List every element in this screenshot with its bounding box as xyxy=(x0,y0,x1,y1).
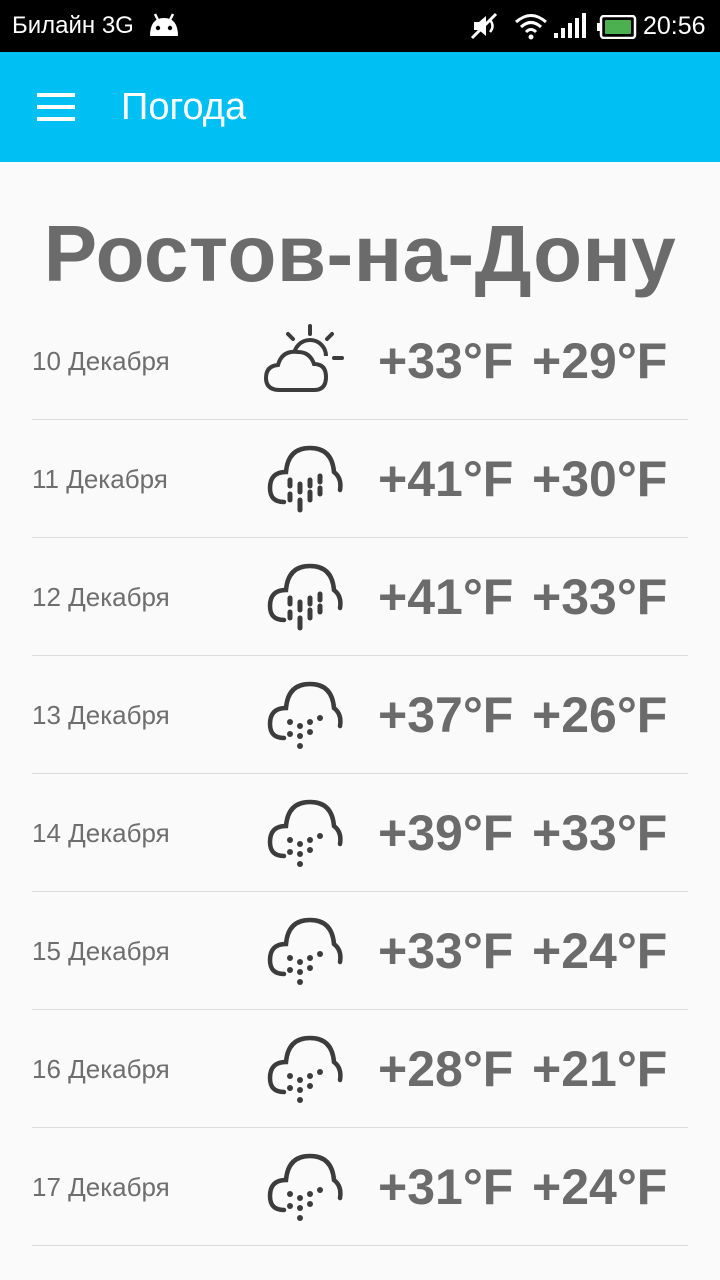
temp-high: +31°F xyxy=(378,1159,514,1215)
forecast-date: 13 Декабря xyxy=(32,700,170,730)
wifi-icon xyxy=(514,12,548,45)
snow-icon xyxy=(264,794,344,874)
battery-icon xyxy=(597,14,637,44)
app-title: Погода xyxy=(121,86,247,128)
partly-cloudy-icon xyxy=(263,322,344,402)
temp-low: +30°F xyxy=(532,451,668,507)
temp-high: +33°F xyxy=(378,333,514,389)
city-title: Ростов-на-Дону xyxy=(43,209,677,298)
forecast-row[interactable]: 14 Декабря +39°F +33°F xyxy=(32,774,688,892)
forecast-row[interactable]: 17 Декабря +31°F +24°F xyxy=(32,1128,688,1246)
temp-low: +24°F xyxy=(532,923,668,979)
forecast-row[interactable]: 13 Декабря +37°F +26°F xyxy=(32,656,688,774)
status-bar: Билайн 3G 20:56 xyxy=(0,0,720,52)
temp-low: +29°F xyxy=(532,333,668,389)
android-icon xyxy=(146,12,182,43)
forecast-date: 11 Декабря xyxy=(32,464,168,494)
snow-icon xyxy=(264,1148,344,1228)
menu-line xyxy=(37,117,75,121)
app-bar: Погода xyxy=(0,52,720,162)
snow-icon xyxy=(264,1030,344,1110)
forecast-row[interactable]: 16 Декабря +28°F +21°F xyxy=(32,1010,688,1128)
forecast-row[interactable]: 12 Декабря +41°F +33°F xyxy=(32,538,688,656)
menu-line xyxy=(37,93,75,97)
forecast-date: 14 Декабря xyxy=(32,818,170,848)
temp-high: +28°F xyxy=(378,1041,514,1097)
mute-icon xyxy=(468,12,500,45)
forecast-date: 15 Декабря xyxy=(32,936,170,966)
forecast-date: 12 Декабря xyxy=(32,582,170,612)
temp-low: +33°F xyxy=(532,569,668,625)
forecast-date: 17 Декабря xyxy=(32,1172,170,1202)
temp-high: +39°F xyxy=(378,805,514,861)
snow-icon xyxy=(264,912,344,992)
clock: 20:56 xyxy=(643,12,706,40)
temp-high: +41°F xyxy=(378,569,514,625)
temp-low: +33°F xyxy=(532,805,668,861)
temp-low: +24°F xyxy=(532,1159,668,1215)
temp-high: +37°F xyxy=(378,687,514,743)
forecast-row[interactable]: 11 Декабря +41°F +30°F xyxy=(32,420,688,538)
forecast-row[interactable]: 15 Декабря +33°F +24°F xyxy=(32,892,688,1010)
forecast-date: 10 Декабря xyxy=(32,346,170,376)
snow-icon xyxy=(264,676,344,756)
temp-high: +41°F xyxy=(378,451,514,507)
forecast-list: 10 Декабря +33°F +29°F 11 Декабря +41°F … xyxy=(32,302,688,1246)
hamburger-menu-icon[interactable] xyxy=(30,82,80,132)
rain-icon xyxy=(264,558,344,638)
forecast-date: 16 Декабря xyxy=(32,1054,170,1084)
carrier-label: Билайн 3G xyxy=(12,12,134,39)
signal-icon xyxy=(552,13,586,44)
menu-line xyxy=(37,105,75,109)
temp-low: +26°F xyxy=(532,687,668,743)
temp-high: +33°F xyxy=(378,923,514,979)
forecast-row[interactable]: 10 Декабря +33°F +29°F xyxy=(32,302,688,420)
temp-low: +21°F xyxy=(532,1041,668,1097)
rain-icon xyxy=(264,440,344,520)
